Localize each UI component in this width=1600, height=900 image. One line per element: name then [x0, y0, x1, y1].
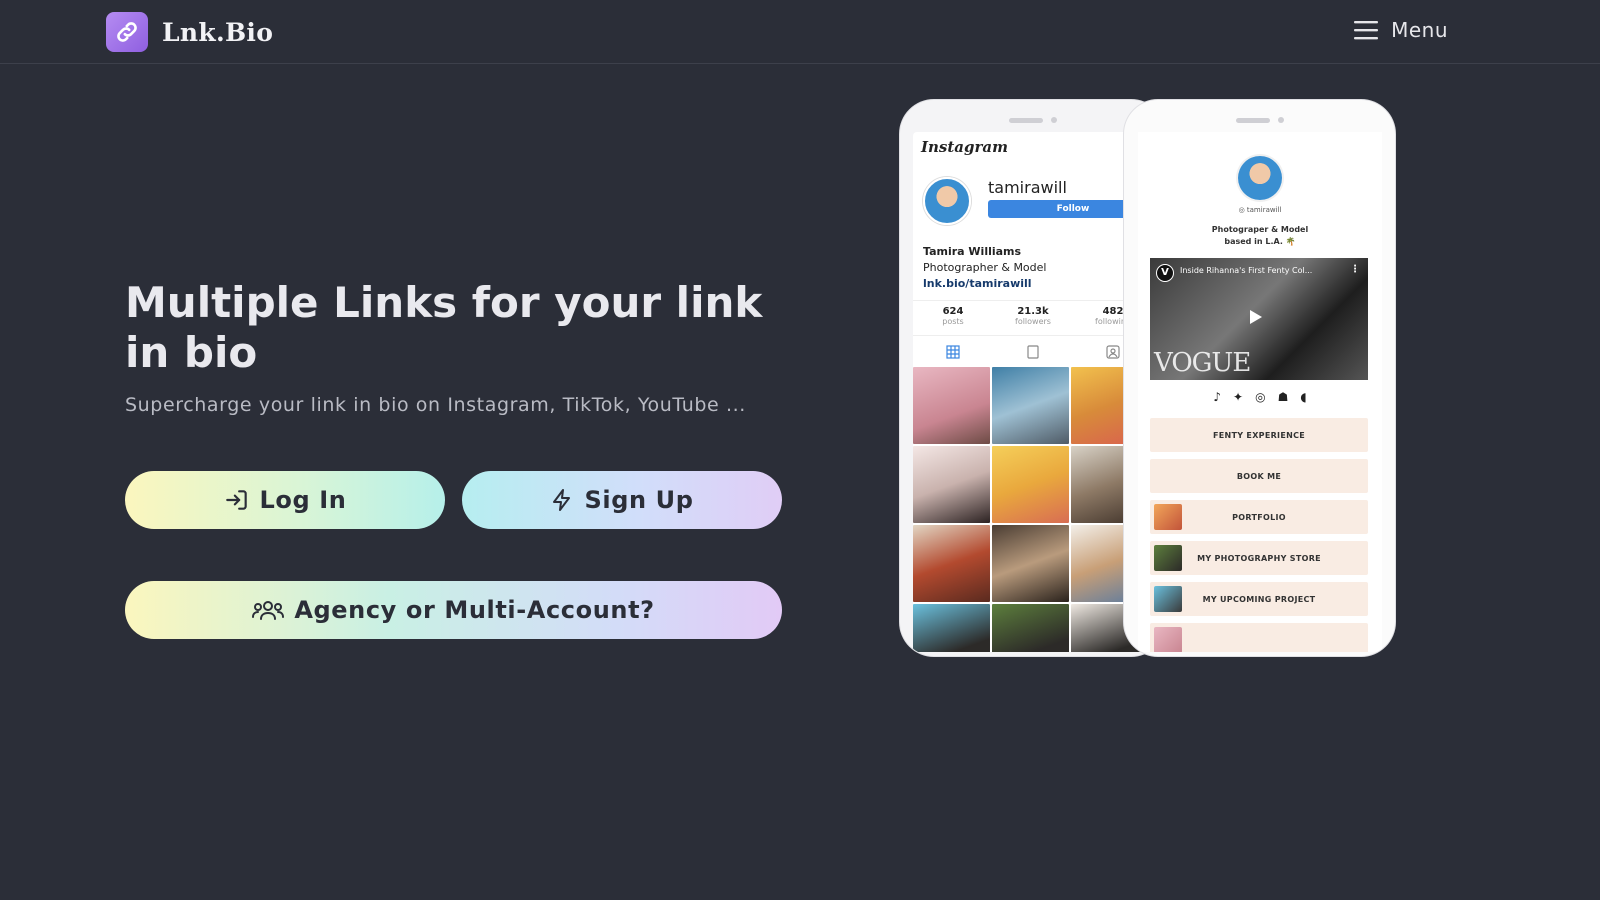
- agency-multi-account-button[interactable]: Agency or Multi-Account?: [125, 581, 782, 639]
- stat-posts: 624 posts: [942, 306, 964, 326]
- link-thumbnail: [1154, 504, 1182, 530]
- link-logo-icon: [106, 12, 148, 52]
- lightning-icon: [553, 489, 571, 511]
- embedded-video: V Inside Rihanna's First Fenty Col... ⋮ …: [1150, 258, 1368, 380]
- tiktok-icon: ♪: [1213, 390, 1222, 404]
- bio-link-item: FENTY EXPERIENCE: [1150, 418, 1368, 452]
- bio-link-item: PORTFOLIO: [1150, 500, 1368, 534]
- bio-name: Tamira Williams: [923, 245, 1022, 258]
- ig-photo-grid: [913, 367, 1153, 652]
- lnkbio-tagline: Photograper & Model based in L.A. 🌴: [1211, 225, 1309, 246]
- instagram-icon: ◎: [1255, 390, 1266, 404]
- profile-avatar: [923, 177, 971, 225]
- bio-link: lnk.bio/tamirawill: [923, 277, 1032, 290]
- brand-home-link[interactable]: Lnk.Bio: [106, 12, 273, 52]
- photo-tile: [992, 446, 1069, 523]
- photo-tile: [992, 367, 1069, 444]
- ig-username: tamirawill: [988, 178, 1067, 197]
- photo-tile: [913, 446, 990, 523]
- bio-role: Photographer & Model: [923, 261, 1047, 274]
- bio-link-item: MY UPCOMING PROJECT: [1150, 582, 1368, 616]
- instagram-screen: Instagram tamirawill Follow Tamira Willi…: [913, 132, 1153, 652]
- login-icon: [225, 490, 247, 510]
- hero-subtitle: Supercharge your link in bio on Instagra…: [125, 394, 746, 416]
- tagged-icon: [1106, 345, 1120, 359]
- play-icon: [1250, 310, 1262, 324]
- bio-link-item: [1150, 623, 1368, 652]
- signup-button[interactable]: Sign Up: [462, 471, 782, 529]
- login-label: Log In: [259, 486, 347, 514]
- twitter-icon: ✦: [1233, 390, 1244, 404]
- ig-tabs: [913, 340, 1153, 364]
- ig-stats: 624 posts 21.3k followers 482 following: [913, 300, 1153, 336]
- menu-label: Menu: [1391, 18, 1448, 42]
- photo-tile: [992, 525, 1069, 602]
- users-group-icon: [252, 601, 285, 620]
- stat-followers: 21.3k followers: [1015, 306, 1051, 326]
- menu-button[interactable]: Menu: [1353, 18, 1448, 42]
- video-brand: VOGUE: [1154, 348, 1251, 378]
- lnkbio-handle: ◎ tamirawill: [1238, 206, 1282, 214]
- phone-notch: [1235, 117, 1284, 123]
- more-vert-icon: ⋮: [1350, 264, 1360, 275]
- ig-bio: Tamira Williams Photographer & Model lnk…: [923, 244, 1046, 292]
- social-icons-row: ♪ ✦ ◎ ☗ ◖: [1138, 390, 1382, 404]
- hero-title: Multiple Links for your link in bio: [125, 278, 763, 377]
- feed-icon: [1027, 345, 1039, 359]
- signup-label: Sign Up: [584, 486, 694, 514]
- photo-tile: [913, 604, 990, 652]
- link-thumbnail: [1154, 545, 1182, 571]
- brand-name: Lnk.Bio: [162, 17, 274, 47]
- link-thumbnail: [1154, 627, 1182, 652]
- bio-link-item: BOOK ME: [1150, 459, 1368, 493]
- video-title: Inside Rihanna's First Fenty Col...: [1180, 266, 1313, 275]
- login-button[interactable]: Log In: [125, 471, 445, 529]
- agency-label: Agency or Multi-Account?: [294, 596, 655, 624]
- photo-tile: [913, 525, 990, 602]
- vogue-channel-icon: V: [1156, 264, 1174, 282]
- patreon-icon: ◖: [1300, 390, 1307, 404]
- lnkbio-phone-mockup: ◎ tamirawill Photograper & Model based i…: [1124, 100, 1395, 656]
- top-navbar: Lnk.Bio Menu: [0, 0, 1600, 64]
- lnkbio-screen: ◎ tamirawill Photograper & Model based i…: [1138, 132, 1382, 652]
- instagram-wordmark: Instagram: [921, 138, 1008, 156]
- photo-tile: [913, 367, 990, 444]
- snapchat-icon: ☗: [1277, 390, 1289, 404]
- hamburger-icon: [1354, 21, 1379, 40]
- phone-notch: [1008, 117, 1057, 123]
- link-thumbnail: [1154, 586, 1182, 612]
- lnkbio-avatar: [1238, 156, 1282, 200]
- grid-icon: [946, 345, 960, 359]
- bio-link-item: MY PHOTOGRAPHY STORE: [1150, 541, 1368, 575]
- photo-tile: [992, 604, 1069, 652]
